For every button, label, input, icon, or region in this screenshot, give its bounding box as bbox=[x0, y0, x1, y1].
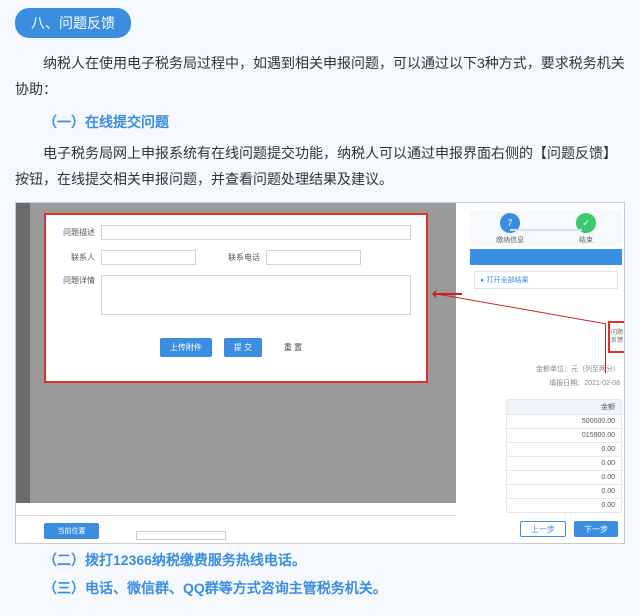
upload-button[interactable]: 上传附件 bbox=[160, 338, 212, 357]
meta-info: 金额单位：元（列至两分） 填报日期：2021-02-08 bbox=[466, 363, 620, 391]
next-step-button[interactable]: 下一步 bbox=[574, 521, 618, 537]
table-row: 0.00 bbox=[506, 443, 622, 457]
prev-step-button[interactable]: 上一步 bbox=[520, 521, 566, 537]
subheading-1: （一）在线提交问题 bbox=[15, 112, 625, 132]
table-row: 500000.00 bbox=[506, 415, 622, 429]
subheading-2: （二）拨打12366纳税缴费服务热线电话。 bbox=[15, 550, 625, 570]
screenshot-right-panel: 7 缴纳信息 ✓ 结束 ▸ 打开全部结果 问题反馈 金额单位：元（列至两分） 填… bbox=[466, 203, 625, 543]
annotation-arrow-icon bbox=[434, 293, 462, 295]
table-header-amount: 金额 bbox=[506, 399, 622, 415]
table-row: 0.00 bbox=[506, 499, 622, 513]
label-detail: 问题详情 bbox=[46, 275, 101, 286]
label-contact: 联系人 bbox=[46, 252, 101, 263]
bottom-location-tab[interactable]: 当前位置 bbox=[44, 523, 99, 539]
step-done-label: 结束 bbox=[579, 235, 593, 245]
input-phone[interactable] bbox=[266, 250, 361, 265]
step-7-label: 缴纳信息 bbox=[496, 235, 524, 245]
label-issue-desc: 问题描述 bbox=[46, 227, 101, 238]
expand-all-link[interactable]: ▸ 打开全部结果 bbox=[474, 271, 618, 289]
table-row: 015900.00 bbox=[506, 429, 622, 443]
input-issue-desc[interactable] bbox=[101, 225, 411, 240]
fragment-box bbox=[136, 531, 226, 540]
textarea-detail[interactable] bbox=[101, 275, 411, 315]
feedback-side-tab[interactable]: 问题反馈 bbox=[608, 321, 625, 353]
submit-button[interactable]: 提 交 bbox=[224, 338, 262, 357]
input-contact[interactable] bbox=[101, 250, 196, 265]
table-row: 0.00 bbox=[506, 471, 622, 485]
table-row: 0.00 bbox=[506, 457, 622, 471]
amount-table: 金额 500000.00 015900.00 0.00 0.00 0.00 0.… bbox=[506, 399, 622, 513]
blue-header-bar bbox=[470, 249, 622, 265]
label-phone: 联系电话 bbox=[196, 252, 266, 263]
subheading-3: （三）电话、微信群、QQ群等方式咨询主管税务机关。 bbox=[15, 578, 625, 598]
table-row: 0.00 bbox=[506, 485, 622, 499]
screenshot-figure: 问题描述 联系人 联系电话 问题详情 上传附件 提 交 重 置 bbox=[15, 202, 625, 544]
feedback-form-panel: 问题描述 联系人 联系电话 问题详情 上传附件 提 交 重 置 bbox=[44, 213, 428, 383]
desc-paragraph-1: 电子税务局网上申报系统有在线问题提交功能，纳税人可以通过申报界面右侧的【问题反馈… bbox=[15, 140, 625, 192]
step-indicator: 7 缴纳信息 ✓ 结束 bbox=[470, 211, 622, 247]
section-header-pill: 八、问题反馈 bbox=[15, 8, 131, 38]
reset-button[interactable]: 重 置 bbox=[274, 338, 312, 357]
intro-paragraph: 纳税人在使用电子税务局过程中，如遇到相关申报问题，可以通过以下3种方式，要求税务… bbox=[15, 50, 625, 102]
